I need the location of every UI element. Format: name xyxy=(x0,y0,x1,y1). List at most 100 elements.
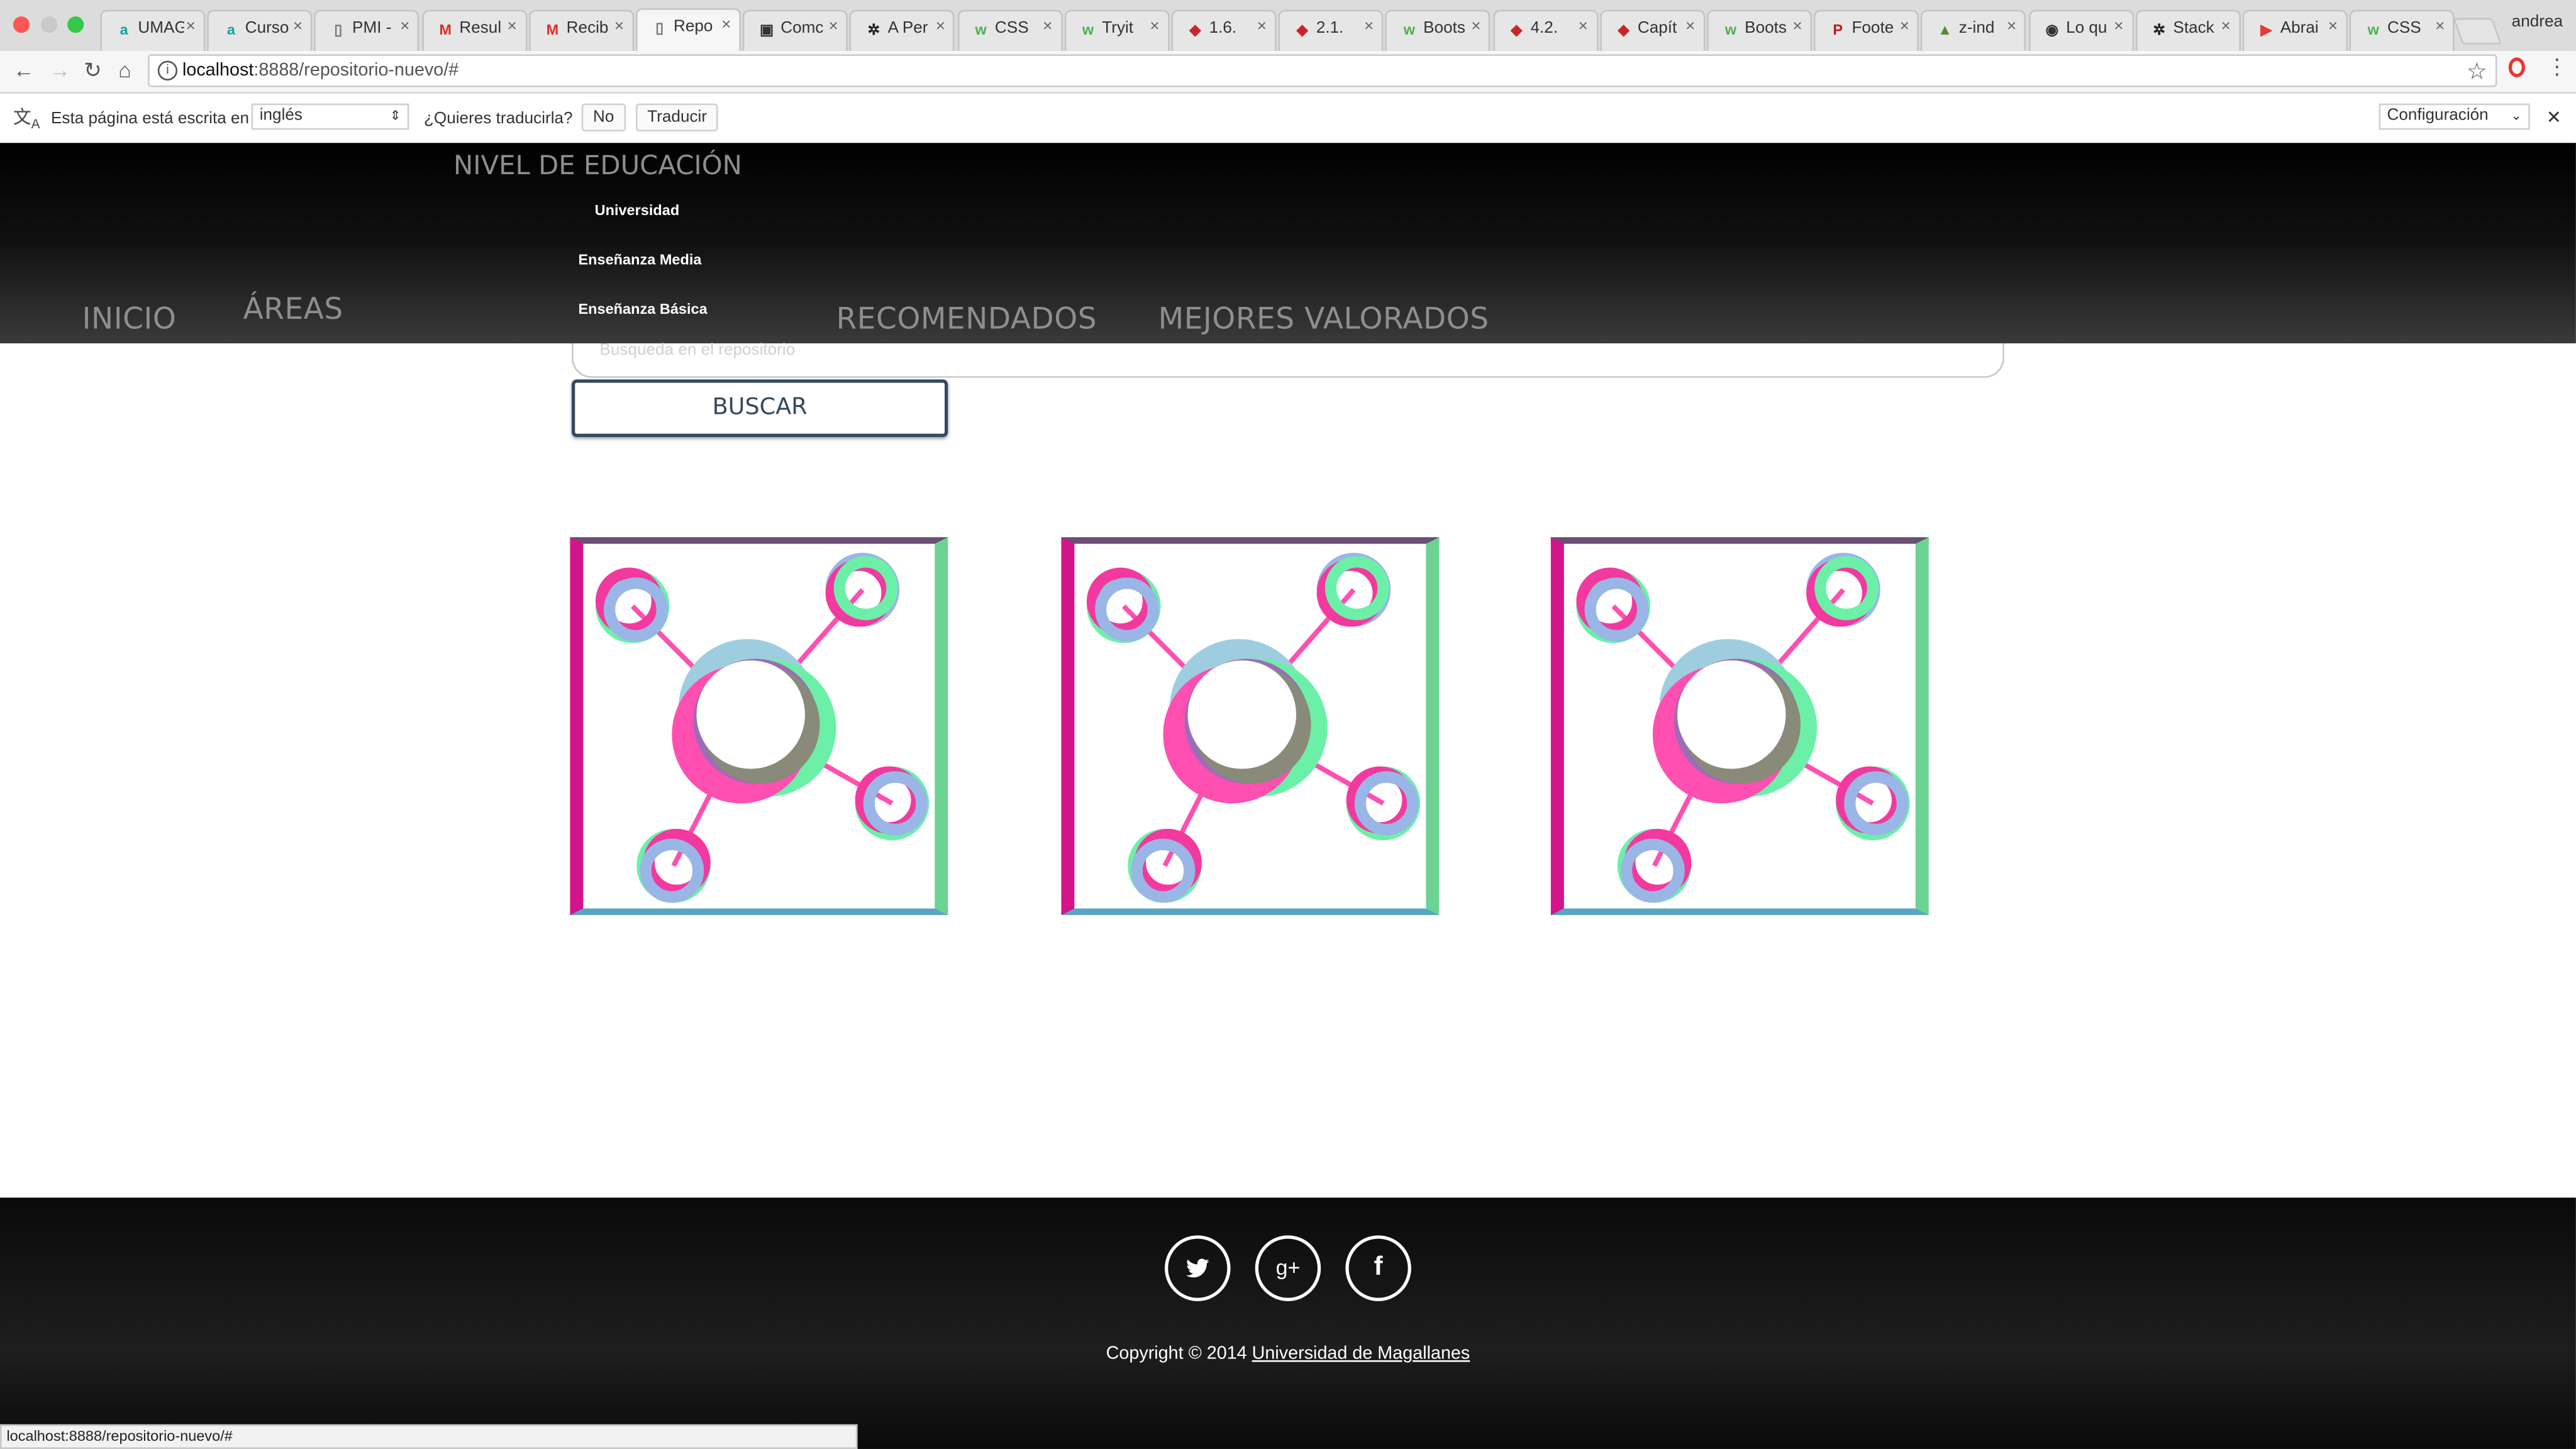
tab-close-icon[interactable]: × xyxy=(2221,18,2231,36)
tab-favicon-icon: ◉ xyxy=(2045,21,2059,38)
browser-tab[interactable]: a UMAG × xyxy=(100,9,206,51)
browser-tab[interactable]: ◆ 2.1. × xyxy=(1278,9,1384,51)
resource-card[interactable] xyxy=(1061,537,1440,915)
browser-menu-icon[interactable]: ⋮ xyxy=(2546,54,2568,80)
university-link[interactable]: Universidad de Magallanes xyxy=(1252,1344,1470,1363)
translate-bar: 文A Esta página está escrita en inglés ⇕ ¿… xyxy=(0,93,2576,145)
twitter-icon[interactable] xyxy=(1165,1235,1231,1301)
tab-close-icon[interactable]: × xyxy=(1685,18,1695,36)
tab-close-icon[interactable]: × xyxy=(1257,18,1267,36)
browser-tab[interactable]: ✲ A Per × xyxy=(850,9,955,51)
tab-close-icon[interactable]: × xyxy=(1150,18,1159,36)
google-plus-icon[interactable]: g+ xyxy=(1255,1235,1321,1301)
home-icon[interactable]: ⌂ xyxy=(118,57,131,82)
browser-tab[interactable]: ◆ 4.2. × xyxy=(1492,9,1598,51)
tab-close-icon[interactable]: × xyxy=(1471,18,1480,36)
nav-areas[interactable]: ÁREAS xyxy=(243,292,343,327)
reload-icon[interactable]: ↻ xyxy=(84,57,101,84)
profile-name[interactable]: andrea xyxy=(2512,13,2563,31)
language-select[interactable]: inglés ⇕ xyxy=(251,103,409,130)
opera-extension-icon[interactable] xyxy=(2508,57,2525,77)
tab-close-icon[interactable]: × xyxy=(2435,18,2445,36)
info-icon[interactable]: i xyxy=(157,60,178,80)
dropdown-item-basica[interactable]: Enseñanza Básica xyxy=(578,301,707,317)
url-text[interactable]: localhost:8888/repositorio-nuevo/# xyxy=(182,61,458,80)
close-window-button[interactable] xyxy=(13,16,30,33)
address-bar[interactable]: i localhost:8888/repositorio-nuevo/# ☆ xyxy=(148,54,2497,87)
tab-close-icon[interactable]: × xyxy=(186,18,196,36)
bookmark-star-icon[interactable]: ☆ xyxy=(2467,57,2487,85)
tab-favicon-icon: ▣ xyxy=(759,21,774,38)
dropdown-item-universidad[interactable]: Universidad xyxy=(595,202,680,218)
browser-tab[interactable]: ▲ z-ind × xyxy=(1921,9,2026,51)
tab-close-icon[interactable]: × xyxy=(828,18,838,36)
tab-title: 2.1. xyxy=(1316,19,1344,38)
nav-mejores-valorados[interactable]: MEJORES VALORADOS xyxy=(1158,303,1489,337)
tab-title: PMI - xyxy=(352,19,392,38)
tab-close-icon[interactable]: × xyxy=(1043,18,1052,36)
tab-favicon-icon: a xyxy=(226,21,236,38)
molecule-icon xyxy=(1576,553,1910,903)
translate-settings-select[interactable]: Configuración ⌄ xyxy=(2379,103,2530,130)
browser-tab[interactable]: ▣ Comc × xyxy=(743,9,848,51)
browser-tab[interactable]: P Foote × xyxy=(1814,9,1919,51)
tab-close-icon[interactable]: × xyxy=(936,18,945,36)
tab-close-icon[interactable]: × xyxy=(2007,18,2016,36)
browser-tab[interactable]: a Curso × xyxy=(207,9,313,51)
browser-tab[interactable]: M Recib × xyxy=(528,9,634,51)
tab-close-icon[interactable]: × xyxy=(2114,18,2123,36)
resource-card[interactable] xyxy=(570,537,948,915)
tab-title: CSS xyxy=(994,19,1029,38)
nav-recomendados[interactable]: RECOMENDADOS xyxy=(836,303,1097,337)
tab-close-icon[interactable]: × xyxy=(2328,18,2338,36)
forward-icon[interactable]: → xyxy=(49,57,70,82)
tab-close-icon[interactable]: × xyxy=(721,16,731,35)
nav-inicio[interactable]: INICIO xyxy=(82,303,177,337)
tab-title: Lo qu xyxy=(2066,19,2107,38)
tab-favicon-icon: ◆ xyxy=(1296,21,1308,38)
search-input[interactable]: Busqueda en el repositorio xyxy=(572,341,2004,378)
tab-close-icon[interactable]: × xyxy=(508,18,517,36)
maximize-window-button[interactable] xyxy=(67,16,84,33)
tab-title: Curso xyxy=(245,19,289,38)
browser-tab[interactable]: M Resul × xyxy=(421,9,527,51)
browser-tab[interactable]: ▯ PMI - × xyxy=(314,9,420,51)
new-tab-button[interactable] xyxy=(2453,18,2502,45)
browser-tab[interactable]: w CSS × xyxy=(2349,9,2455,51)
tab-favicon-icon: ▲ xyxy=(1937,21,1953,38)
browser-tab[interactable]: ▶ Abrai × xyxy=(2242,9,2348,51)
tab-close-icon[interactable]: × xyxy=(293,18,303,36)
browser-tab[interactable]: ◆ Capít × xyxy=(1599,9,1705,51)
browser-tab[interactable]: w Boots × xyxy=(1385,9,1491,51)
tab-close-icon[interactable]: × xyxy=(1579,18,1588,36)
browser-tab[interactable]: ◆ 1.6. × xyxy=(1171,9,1277,51)
minimize-window-button[interactable] xyxy=(41,16,58,33)
back-icon[interactable]: ← xyxy=(13,57,35,82)
browser-toolbar: ← → ↻ ⌂ i localhost:8888/repositorio-nue… xyxy=(0,50,2576,94)
browser-tab[interactable]: w Boots × xyxy=(1707,9,1813,51)
browser-tab[interactable]: ✲ Stack × xyxy=(2135,9,2241,51)
copyright: Copyright © 2014 Universidad de Magallan… xyxy=(0,1344,2576,1363)
browser-tab[interactable]: ▯ Repo × xyxy=(635,8,741,53)
browser-tab[interactable]: w CSS × xyxy=(957,9,1063,51)
tab-close-icon[interactable]: × xyxy=(1364,18,1374,36)
no-translate-button[interactable]: No xyxy=(581,103,626,131)
browser-tab[interactable]: w Tryit × xyxy=(1064,9,1170,51)
search-button[interactable]: BUSCAR xyxy=(572,379,948,437)
dropdown-title[interactable]: NIVEL DE EDUCACIÓN xyxy=(453,150,742,181)
tab-title: Resul xyxy=(459,19,502,38)
close-icon[interactable]: ✕ xyxy=(2546,107,2562,128)
copyright-text: Copyright © 2014 xyxy=(1106,1343,1247,1364)
resource-card[interactable] xyxy=(1550,537,1929,915)
browser-tab[interactable]: ◉ Lo qu × xyxy=(2028,9,2134,51)
tab-close-icon[interactable]: × xyxy=(1792,18,1802,36)
tab-favicon-icon: ▶ xyxy=(2260,21,2272,38)
tab-favicon-icon: ✲ xyxy=(867,21,880,38)
molecule-icon xyxy=(595,553,930,903)
facebook-icon[interactable]: f xyxy=(1345,1235,1411,1301)
translate-button[interactable]: Traducir xyxy=(635,103,719,131)
tab-close-icon[interactable]: × xyxy=(400,18,409,36)
dropdown-item-media[interactable]: Enseñanza Media xyxy=(578,252,701,268)
tab-close-icon[interactable]: × xyxy=(614,18,624,36)
tab-close-icon[interactable]: × xyxy=(1900,18,1909,36)
